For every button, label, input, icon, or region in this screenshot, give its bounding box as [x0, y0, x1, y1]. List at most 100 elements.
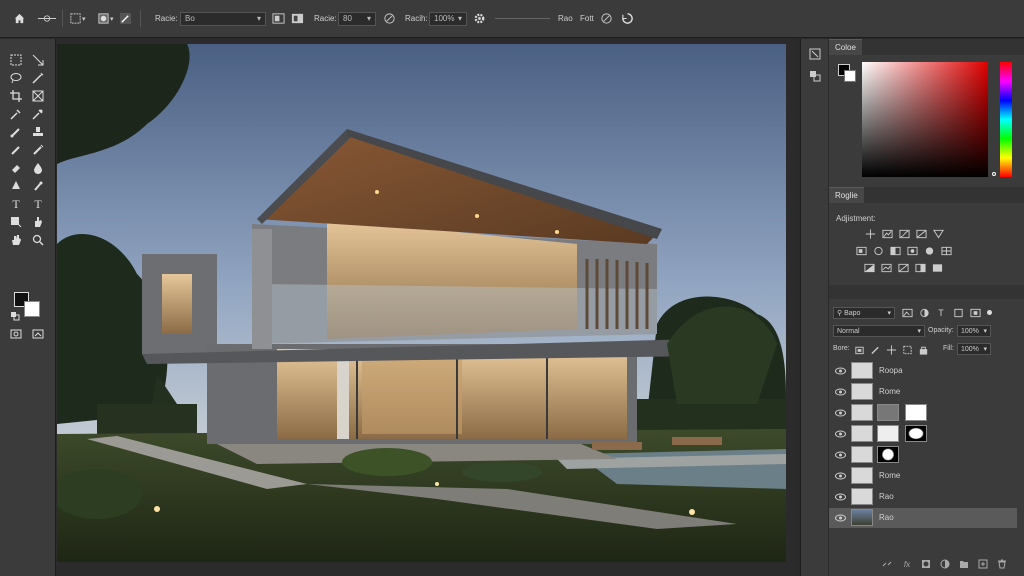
- marquee-icon[interactable]: [8, 52, 24, 68]
- history-icon[interactable]: [808, 47, 822, 61]
- text-icon[interactable]: T: [8, 196, 24, 212]
- filter-toggle[interactable]: [987, 310, 992, 315]
- layer-mask-thumbnail[interactable]: [905, 404, 927, 421]
- photo-filter-icon[interactable]: [906, 245, 918, 256]
- levels-icon[interactable]: [881, 228, 893, 239]
- default-colors-icon[interactable]: [8, 309, 24, 325]
- hand-icon[interactable]: [8, 232, 24, 248]
- crop-icon[interactable]: [8, 88, 24, 104]
- art-brush-icon[interactable]: [30, 142, 46, 158]
- posterize-icon[interactable]: [880, 262, 892, 273]
- layer-row[interactable]: [829, 424, 1017, 444]
- color-picker-field[interactable]: [862, 62, 988, 177]
- document-canvas[interactable]: [57, 44, 786, 562]
- link-icon[interactable]: [881, 558, 893, 570]
- lock-all-icon[interactable]: [917, 344, 929, 355]
- selection-mode-icon[interactable]: ▾: [68, 10, 86, 27]
- tab-color[interactable]: Coloe: [829, 39, 862, 55]
- lasso-icon[interactable]: [8, 70, 24, 86]
- screen-mode-icon[interactable]: [30, 326, 46, 342]
- adjustment-layer-icon[interactable]: [939, 558, 951, 570]
- eye-icon[interactable]: [834, 407, 846, 419]
- properties-icon[interactable]: [808, 69, 822, 83]
- brush-preset-icon[interactable]: ▾: [96, 10, 114, 27]
- eye-icon[interactable]: [834, 386, 846, 398]
- layer-row[interactable]: Rao: [829, 487, 1017, 507]
- hue-sat-icon[interactable]: [855, 245, 867, 256]
- channel-mixer-icon[interactable]: [923, 245, 935, 256]
- layer-filter-select[interactable]: ⚲ Bapo ▾: [833, 307, 895, 319]
- path-select-icon[interactable]: [8, 214, 24, 230]
- color-balance-icon[interactable]: [872, 245, 884, 256]
- layer-mode-icon[interactable]: [271, 10, 285, 27]
- eye-icon[interactable]: [834, 428, 846, 440]
- pen-icon[interactable]: [30, 178, 46, 194]
- color-bg-swatch[interactable]: [844, 70, 856, 82]
- airbrush-icon[interactable]: [382, 10, 396, 27]
- zoom-icon[interactable]: [30, 232, 46, 248]
- folder-icon[interactable]: [958, 558, 970, 570]
- filter-type-icon[interactable]: T: [935, 307, 947, 318]
- frame-icon[interactable]: [30, 88, 46, 104]
- field1-select[interactable]: Bo ▾: [180, 11, 266, 26]
- eraser-icon[interactable]: [8, 160, 24, 176]
- eye-icon[interactable]: [834, 449, 846, 461]
- hand-small-icon[interactable]: [30, 214, 46, 230]
- exposure-icon[interactable]: [915, 228, 927, 239]
- swap-colors-icon[interactable]: [8, 284, 24, 300]
- eye-icon[interactable]: [834, 365, 846, 377]
- eye-icon[interactable]: [834, 470, 846, 482]
- fill-input[interactable]: 100% ▾: [957, 343, 991, 355]
- brush-mode-icon[interactable]: [118, 10, 132, 27]
- magic-wand-icon[interactable]: [30, 70, 46, 86]
- eye-icon[interactable]: [834, 491, 846, 503]
- opacity-input[interactable]: 100% ▾: [957, 325, 991, 337]
- layer-row[interactable]: [829, 445, 1017, 465]
- fx-icon[interactable]: fx: [901, 558, 913, 570]
- hue-slider[interactable]: [1000, 62, 1012, 177]
- color-lookup-icon[interactable]: [940, 245, 952, 256]
- move-icon[interactable]: [30, 52, 46, 68]
- field2-select[interactable]: 80 ▾: [338, 11, 376, 26]
- layer-row[interactable]: [829, 403, 1017, 423]
- smoothing-slider[interactable]: [495, 10, 550, 27]
- threshold-icon[interactable]: [897, 262, 909, 273]
- blend-mode-select[interactable]: Normal ▾: [833, 325, 925, 337]
- lock-paint-icon[interactable]: [869, 344, 881, 355]
- eyedropper-icon[interactable]: [8, 106, 24, 122]
- tab-adjustments[interactable]: Roglie: [829, 187, 864, 203]
- path-tool-icon[interactable]: [36, 10, 58, 27]
- quick-mask-icon[interactable]: [8, 326, 24, 342]
- lock-move-icon[interactable]: [885, 344, 897, 355]
- healing-icon[interactable]: [30, 106, 46, 122]
- history-brush-icon[interactable]: [8, 142, 24, 158]
- stamp-icon[interactable]: [30, 124, 46, 140]
- selective-color-icon[interactable]: [931, 262, 943, 273]
- trash-icon[interactable]: [996, 558, 1008, 570]
- brightness-icon[interactable]: [864, 228, 876, 239]
- filter-shape-icon[interactable]: [952, 307, 964, 318]
- pressure-icon[interactable]: [290, 10, 304, 27]
- layer-mask-thumbnail[interactable]: [877, 446, 899, 463]
- dodge-icon[interactable]: [8, 178, 24, 194]
- vibrance-icon[interactable]: [932, 228, 944, 239]
- layer-row[interactable]: Roopa: [829, 361, 1017, 381]
- lock-pixels-icon[interactable]: [853, 344, 865, 355]
- background-color-swatch[interactable]: [24, 301, 40, 317]
- filter-pixel-icon[interactable]: [901, 307, 913, 318]
- gradient-map-icon[interactable]: [914, 262, 926, 273]
- layer-mask-thumbnail[interactable]: [905, 425, 927, 442]
- settings-icon[interactable]: [472, 10, 486, 27]
- vertical-text-icon[interactable]: T: [30, 196, 46, 212]
- filter-smart-icon[interactable]: [969, 307, 981, 318]
- curves-icon[interactable]: [898, 228, 910, 239]
- layer-row[interactable]: Rome: [829, 466, 1017, 486]
- invert-icon[interactable]: [863, 262, 875, 273]
- new-layer-icon[interactable]: [977, 558, 989, 570]
- gradient-icon[interactable]: [30, 160, 46, 176]
- filter-adjust-icon[interactable]: [918, 307, 930, 318]
- layer-row-selected[interactable]: Rao: [829, 508, 1017, 528]
- symmetry-icon[interactable]: [620, 10, 634, 27]
- color-picker-cursor[interactable]: [992, 172, 996, 176]
- bw-icon[interactable]: [889, 245, 901, 256]
